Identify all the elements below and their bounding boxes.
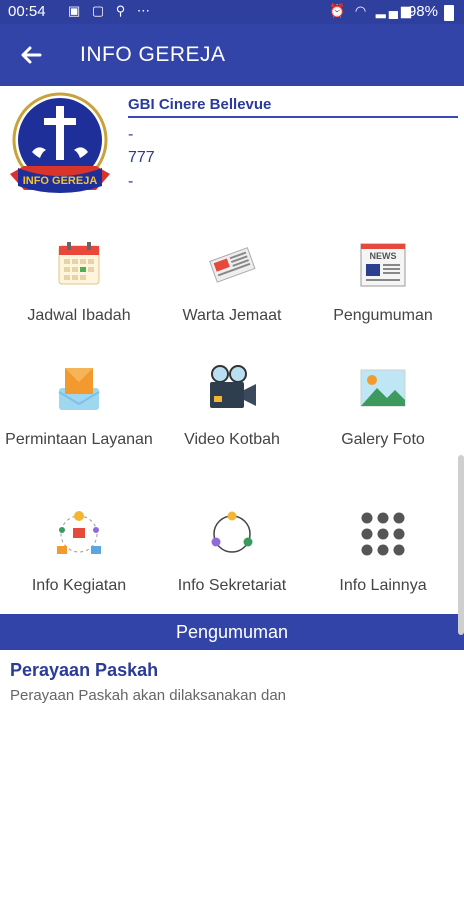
menu-label: Jadwal Ibadah — [27, 307, 131, 324]
menu-info-lainnya[interactable]: Info Lainnya — [306, 508, 460, 598]
church-info-line-2: 777 — [128, 149, 155, 166]
church-name: GBI Cinere Bellevue — [128, 96, 272, 113]
status-bar: 00:54 ▣ ▢ ⚲ ⋯ ⏰ ◠ ▂▄▆ 98% — [0, 0, 464, 24]
menu-video-kotbah[interactable]: Video Kotbah — [155, 362, 309, 452]
church-info-card: INFO GEREJA GBI Cinere Bellevue - 777 - — [0, 86, 464, 210]
menu-label: Video Kotbah — [184, 431, 280, 448]
menu-label: Permintaan Layanan — [5, 431, 153, 448]
menu-info-sekretariat[interactable]: Info Sekretariat — [155, 508, 309, 598]
svg-text:NEWS: NEWS — [370, 251, 397, 261]
dots-grid-icon — [357, 508, 409, 560]
menu-label: Info Sekretariat — [177, 577, 287, 594]
menu-warta-jemaat[interactable]: Warta Jemaat — [155, 238, 309, 328]
menu-label: Galery Foto — [341, 431, 425, 448]
app-bar: INFO GEREJA — [0, 24, 464, 86]
back-arrow-icon[interactable] — [16, 40, 46, 70]
announcement-title[interactable]: Perayaan Paskah — [10, 660, 158, 681]
menu-label: Info Lainnya — [339, 577, 427, 594]
menu-label: Info Kegiatan — [31, 577, 127, 594]
envelope-icon — [53, 362, 105, 414]
svg-text:INFO GEREJA: INFO GEREJA — [23, 175, 98, 187]
menu-jadwal-ibadah[interactable]: Jadwal Ibadah — [2, 238, 156, 328]
video-camera-icon — [206, 362, 258, 414]
menu-label: Pengumuman — [333, 307, 433, 324]
church-info-line-3: - — [128, 173, 134, 190]
network-icon — [206, 508, 258, 560]
divider — [128, 116, 458, 118]
activity-icon — [53, 508, 105, 560]
status-time: 00:54 — [8, 3, 46, 20]
menu-galery-foto[interactable]: Galery Foto — [306, 362, 460, 452]
announcement-text[interactable]: Perayaan Paskah akan dilaksanakan dan — [10, 687, 286, 704]
battery-percent: 98% — [407, 3, 438, 20]
menu-pengumuman[interactable]: NEWS Pengumuman — [306, 238, 460, 328]
news-icon: NEWS — [357, 238, 409, 290]
menu-permintaan-layanan[interactable]: Permintaan Layanan — [2, 362, 156, 472]
system-icons: ⏰ ◠ ▂▄▆ — [329, 3, 414, 18]
calendar-icon — [53, 238, 105, 290]
announcements-header: Pengumuman — [0, 614, 464, 650]
notification-icons: ▣ ▢ ⚲ ⋯ — [68, 3, 154, 18]
newspaper-icon — [206, 238, 258, 290]
menu-label: Warta Jemaat — [182, 307, 282, 324]
menu-info-kegiatan[interactable]: Info Kegiatan — [2, 508, 156, 598]
page-title: INFO GEREJA — [80, 43, 226, 66]
scrollbar-handle[interactable] — [458, 455, 464, 635]
photo-icon — [357, 362, 409, 414]
battery-icon — [444, 5, 454, 21]
church-logo: INFO GEREJA — [4, 92, 116, 202]
church-info-line-1: - — [128, 126, 134, 143]
